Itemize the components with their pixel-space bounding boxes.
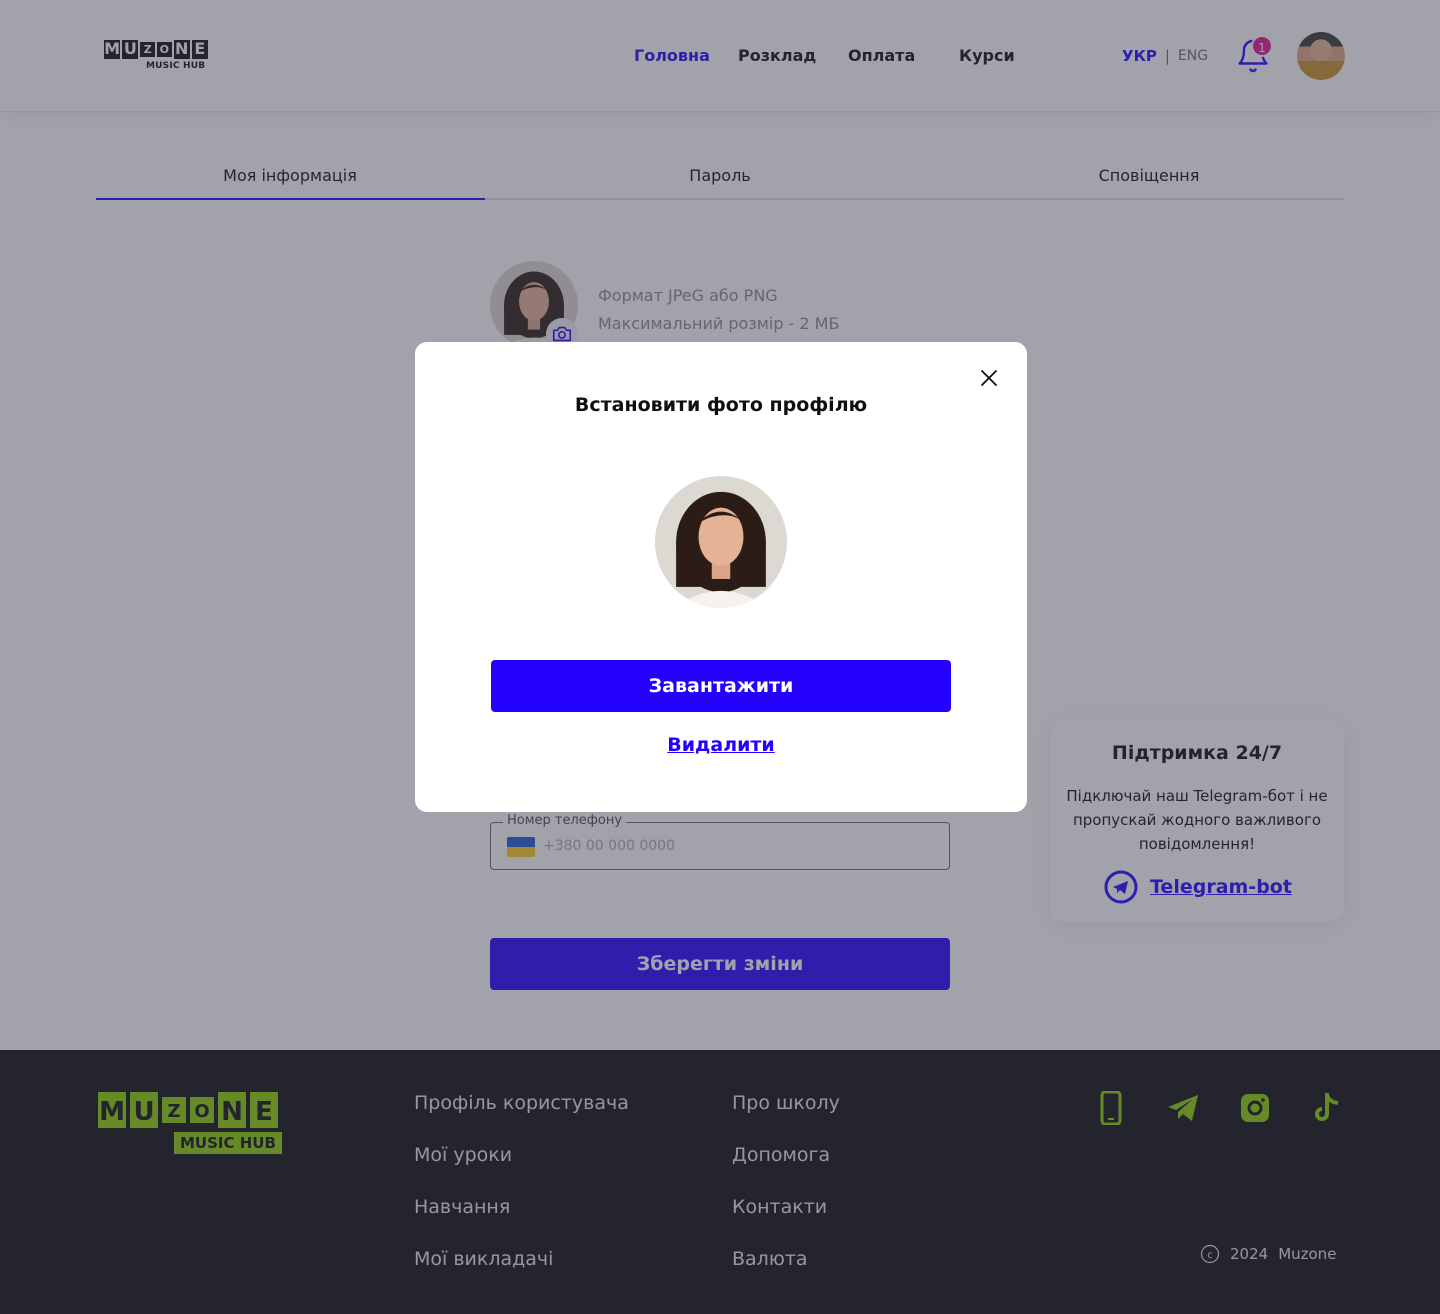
upload-button[interactable]: Завантажити (491, 660, 951, 712)
modal-title: Встановити фото профілю (574, 394, 868, 416)
close-icon[interactable] (975, 364, 1003, 392)
set-photo-modal: Встановити фото профілю Завантажити Вида… (415, 342, 1027, 812)
modal-profile-photo (655, 476, 787, 608)
delete-photo-link[interactable]: Видалити (415, 734, 1027, 756)
